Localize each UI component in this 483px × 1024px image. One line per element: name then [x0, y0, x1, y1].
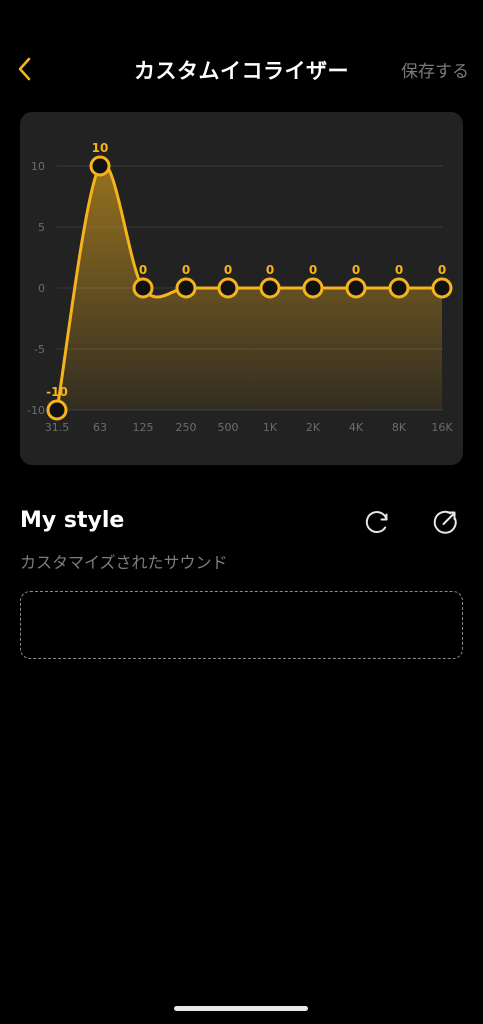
style-title: My style [20, 508, 125, 533]
eq-band-handle[interactable] [132, 277, 154, 299]
x-tick-label: 1K [263, 421, 278, 434]
x-tick-label: 16K [431, 421, 453, 434]
eq-value-label: 0 [224, 263, 232, 277]
eq-band-handle[interactable] [431, 277, 453, 299]
share-icon [433, 510, 457, 534]
x-tick-label: 500 [218, 421, 239, 434]
save-button[interactable]: 保存する [401, 57, 469, 82]
x-tick-label: 8K [392, 421, 407, 434]
x-tick-label: 63 [93, 421, 107, 434]
eq-value-label: 0 [266, 263, 274, 277]
eq-band-handle[interactable] [217, 277, 239, 299]
equalizer-screen: カスタムイコライザー 保存する 10 5 0 -5 -10 31.5 63 125 250 500… [0, 0, 483, 1024]
eq-band-handle[interactable] [388, 277, 410, 299]
y-tick-label: -10 [27, 404, 45, 417]
reset-button[interactable] [362, 507, 392, 537]
eq-band-handle[interactable] [89, 155, 111, 177]
refresh-icon [365, 511, 388, 534]
eq-value-label: 0 [395, 263, 403, 277]
y-tick-label: -5 [34, 343, 45, 356]
y-tick-label: 0 [38, 282, 45, 295]
x-tick-label: 2K [306, 421, 321, 434]
share-button[interactable] [430, 507, 460, 537]
style-subtitle: カスタマイズされたサウンド [20, 553, 228, 572]
eq-value-label: 0 [352, 263, 360, 277]
equalizer-chart: 10 5 0 -5 -10 31.5 63 125 250 500 1K 2K 4K 8K 16K -10 10… [20, 112, 463, 465]
y-tick-label: 10 [31, 160, 45, 173]
eq-band-handle[interactable] [175, 277, 197, 299]
eq-band-handle[interactable] [46, 399, 68, 421]
eq-band-handle[interactable] [302, 277, 324, 299]
y-tick-label: 5 [38, 221, 45, 234]
eq-value-label: 0 [309, 263, 317, 277]
eq-value-label: -10 [46, 385, 68, 399]
eq-value-label: 10 [92, 141, 109, 155]
eq-value-label: 0 [182, 263, 190, 277]
home-indicator [174, 1006, 308, 1011]
x-tick-label: 31.5 [45, 421, 70, 434]
eq-band-handle[interactable] [259, 277, 281, 299]
x-tick-label: 125 [133, 421, 154, 434]
eq-value-label: 0 [139, 263, 147, 277]
equalizer-chart-svg: 1050-5-1031.5 63 125 250 500 1K 2K 4K 8K 16K-1010… [27, 141, 453, 434]
eq-value-label: 0 [438, 263, 446, 277]
eq-band-handle[interactable] [345, 277, 367, 299]
x-tick-label: 4K [349, 421, 364, 434]
add-preset-slot[interactable] [20, 591, 463, 659]
x-tick-label: 250 [176, 421, 197, 434]
